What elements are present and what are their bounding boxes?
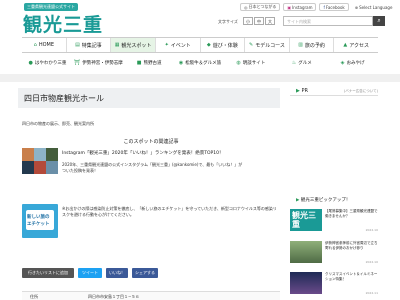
like-button[interactable]: いいね！ (106, 268, 128, 278)
secondary-nav: ● はやわかり三重 ⛩ 伊勢神宮・伊勢志摩 ■ 熊野古道 ◉ 松阪牛＆グルメ旅 ◍ 明談サ… (22, 56, 378, 70)
nav2-kumano[interactable]: ■ 熊野古道 (124, 56, 175, 70)
thumb-tile (46, 148, 58, 161)
nav-events[interactable]: ✦ イベント (156, 38, 201, 52)
search-input[interactable]: サイト内検索 (283, 16, 373, 26)
nav2-matsusaka[interactable]: ◉ 松阪牛＆グルメ旅 (175, 56, 226, 70)
pickup-thumbnail[interactable]: 観光三重 (290, 209, 322, 231)
pickup-text[interactable]: 【尾鷲募集中】三重県観光連盟で働きませんか？ (325, 209, 378, 219)
map-icon: ● (28, 60, 33, 66)
pickup-item[interactable]: クリスマスイベント＆イルミネーション特集！ 2022.11 (290, 272, 378, 296)
nav-features[interactable]: ▤ 特集記事 (67, 38, 112, 52)
article-body: ※お出かけの際は感染防止対策を徹底し、「新しい旅のエチケット」を守っていただき、… (62, 206, 277, 217)
site-logo[interactable]: 観光三重 (23, 10, 103, 37)
primary-nav: ⌂ HOME ▤ 特集記事 ▦ 観光スポット ✦ イベント ◆ 遊び・体験 ✎ モデルコース… (22, 37, 378, 53)
thumb-tile (34, 161, 46, 174)
pickup-thumbnail[interactable] (290, 272, 322, 294)
reserve-icon: ▥ (298, 42, 303, 48)
pickup-logo-text: 観光三重 (292, 210, 316, 229)
font-size-medium-button[interactable]: 中 (254, 17, 264, 25)
nav2-souvenir[interactable]: ◈ おみやげ (327, 56, 378, 70)
nav2-ise[interactable]: ⛩ 伊勢神宮・伊勢志摩 (73, 56, 124, 70)
nav-activities[interactable]: ◆ 遊び・体験 (201, 38, 246, 52)
play-icon: ◆ (206, 42, 211, 48)
food-icon: ◉ (178, 60, 184, 66)
spot-description: 四日市の物産の展示、即売、観光案内所 (22, 121, 94, 126)
pickup-marker-icon: ▶ (296, 198, 300, 203)
language-icon: ⊕ (354, 4, 359, 10)
nav-home[interactable]: ⌂ HOME (22, 38, 67, 52)
banner-card (26, 210, 54, 230)
pr-banner-note[interactable]: (バナー広告について) (344, 89, 378, 94)
breadcrumb-band (0, 74, 400, 82)
top-link-language[interactable]: ⊕ Select Language (352, 3, 396, 11)
facebook-icon: f (323, 4, 325, 10)
info-icon: ◍ (236, 60, 241, 66)
article-thumbnail[interactable] (22, 148, 58, 174)
nav-access[interactable]: ▲ アクセス (334, 38, 378, 52)
top-links: ◎ 日本とつながる ▣ Instagram f Facebook ⊕ Select La… (240, 3, 395, 11)
shrine-icon: ⛩ (73, 60, 81, 66)
access-icon: ▲ (343, 42, 348, 48)
top-link-instagram[interactable]: ▣ Instagram (283, 3, 317, 11)
gift-icon: ◈ (340, 60, 345, 66)
spot-icon: ▦ (114, 42, 120, 48)
pickup-item[interactable]: 観光三重 【尾鷲募集中】三重県観光連盟で働きませんか？ 2022.10 (290, 209, 378, 233)
add-to-wishlist-button[interactable]: 行きたいリストに追加 (22, 268, 74, 278)
etiquette-banner[interactable]: 新しい旅の エチケット (22, 204, 58, 238)
home-icon: ⌂ (33, 42, 37, 48)
top-link-japan[interactable]: ◎ 日本とつながる (240, 3, 281, 11)
pickup-heading: ▶ 観光三重ピックアップ！ (296, 198, 351, 203)
pr-label: ▶ PR (296, 88, 308, 94)
article-body: 2020年、三重県観光連盟の公式インスタグラム「観光三重」(@kankomie)… (62, 162, 243, 173)
nav2-info[interactable]: ◍ 明談サイト (225, 56, 276, 70)
globe-icon: ◎ (244, 4, 248, 10)
pickup-date: 2022.11 (365, 291, 378, 295)
font-size-small-button[interactable]: 小 (243, 17, 253, 25)
pickup-item[interactable]: 伊勢神宮参拝前に外宮周辺で立ち寄れる伊勢のおかげ参り 2022.10 (290, 241, 378, 265)
article-title[interactable]: Instagram「観光三重」2020年「いいね！」ランキングを発表！絶景TOP… (62, 150, 223, 156)
table-value: 四日市市安島１丁目１−５６ (88, 294, 140, 299)
pickup-date: 2022.10 (365, 260, 378, 264)
event-icon: ✦ (164, 42, 169, 48)
font-size-label: 文字サイズ (218, 19, 238, 24)
table-label: 住所 (30, 294, 38, 299)
banner-text-line1: 新しい旅の (27, 215, 50, 220)
nav-spots[interactable]: ▦ 観光スポット (111, 38, 156, 52)
nav-model-course[interactable]: ✎ モデルコース (245, 38, 290, 52)
pickup-text[interactable]: 伊勢神宮参拝前に外宮周辺で立ち寄れる伊勢のおかげ参り (325, 241, 378, 251)
pickup-thumbnail[interactable] (290, 241, 322, 263)
top-link-facebook[interactable]: f Facebook (319, 3, 349, 11)
banner-text-line2: エチケット (27, 222, 50, 227)
search-icon: ⌕ (377, 17, 381, 24)
thumb-tile (22, 161, 34, 174)
nav-reservation[interactable]: ▥ 旅の予約 (290, 38, 335, 52)
nav2-overview[interactable]: ● はやわかり三重 (22, 56, 73, 70)
instagram-icon: ▣ (287, 4, 292, 10)
pickup-date: 2022.10 (365, 228, 378, 232)
thumb-tile (34, 148, 46, 161)
pickup-text[interactable]: クリスマスイベント＆イルミネーション特集！ (325, 272, 378, 282)
thumb-tile (46, 161, 58, 174)
related-articles-heading: このスポットの関連記事 (123, 139, 179, 145)
info-table-row: 住所 四日市市安島１丁目１−５６ (22, 291, 280, 300)
tweet-button[interactable]: ツイート (78, 268, 102, 278)
pr-heading: ▶ PR (バナー広告について) (290, 88, 378, 96)
article-icon: ▤ (75, 42, 80, 48)
facebook-share-button[interactable]: シェアする (132, 268, 158, 278)
pr-marker-icon: ▶ (296, 88, 300, 94)
nav2-gourmet[interactable]: ♨ グルメ (276, 56, 327, 70)
path-icon: ■ (136, 60, 142, 66)
gourmet-icon: ♨ (291, 60, 297, 66)
site-header: 三重県観光連盟公式サイト 観光三重 ◎ 日本とつながる ▣ Instagram fF… (0, 0, 400, 36)
course-icon: ✎ (249, 42, 254, 48)
thumb-tile (22, 148, 34, 161)
page-title: 四日市物産観光ホール (24, 94, 104, 103)
font-size-large-button[interactable]: 大 (265, 17, 275, 25)
search-button[interactable]: ⌕ (373, 16, 385, 26)
